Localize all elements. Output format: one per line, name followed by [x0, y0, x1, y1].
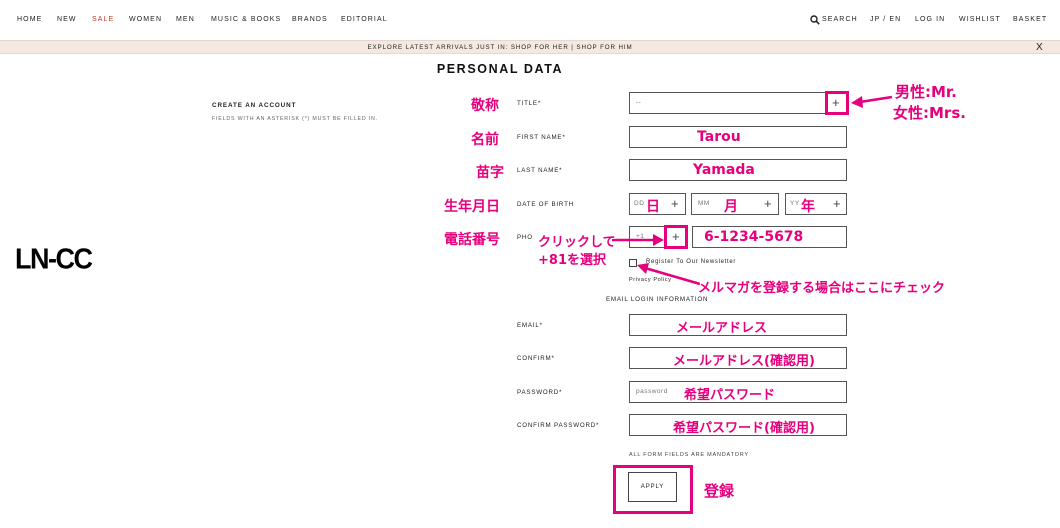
email-label: EMAIL*	[517, 322, 543, 329]
plus-icon[interactable]: +	[671, 197, 679, 210]
register-annotation: 登録	[704, 482, 735, 500]
title-label: TITLE*	[517, 100, 542, 107]
newsletter-checkbox[interactable]	[629, 259, 637, 267]
mr-annotation: 男性:Mr.	[895, 83, 957, 101]
click-annotation: クリックして	[538, 235, 616, 250]
search-icon[interactable]	[810, 15, 820, 25]
title-plus-highlight	[825, 91, 849, 115]
nav-men[interactable]: MEN	[176, 16, 195, 23]
title-jp-annotation: 敬称	[471, 98, 499, 114]
newsletter-label[interactable]: Register To Our Newsletter	[646, 259, 736, 265]
phone-label: PHO	[517, 234, 533, 241]
annotation-arrows	[612, 95, 893, 286]
password-annotation: 希望パスワード	[684, 388, 776, 403]
nav-wishlist[interactable]: WISHLIST	[959, 16, 1001, 23]
phone-code-value: +1	[636, 233, 645, 240]
dob-year-value: YY	[790, 200, 800, 207]
last-name-jp-annotation: 苗字	[476, 165, 504, 181]
confirm-email-label: CONFIRM*	[517, 355, 555, 362]
day-annotation: 日	[646, 199, 660, 215]
logo[interactable]: LN-CC	[15, 243, 93, 276]
create-account-heading: CREATE AN ACCOUNT	[212, 102, 297, 109]
promo-text[interactable]: EXPLORE LATEST ARRIVALS JUST IN: SHOP FO…	[0, 44, 1000, 51]
apply-highlight	[613, 465, 693, 514]
dob-label: DATE OF BIRTH	[517, 201, 574, 208]
privacy-policy-link[interactable]: Privacy Policy	[629, 277, 672, 283]
first-name-label: FIRST NAME*	[517, 134, 566, 141]
nav-language[interactable]: JP / EN	[870, 16, 901, 23]
confirm-password-annotation: 希望パスワード(確認用)	[673, 421, 815, 436]
newsletter-annotation: メルマガを登録する場合はここにチェック	[698, 281, 946, 296]
page-title: PERSONAL DATA	[436, 62, 564, 76]
email-annotation: メールアドレス	[676, 321, 768, 336]
required-fields-note: FIELDS WITH AN ASTERISK (*) MUST BE FILL…	[212, 116, 378, 122]
promo-close-button[interactable]: X	[1036, 42, 1043, 53]
nav-login[interactable]: LOG IN	[915, 16, 945, 23]
dob-year-select[interactable]: YY +	[785, 193, 847, 215]
phone-number-example: 6-1234-5678	[704, 229, 804, 245]
nav-new[interactable]: NEW	[57, 16, 77, 23]
dob-month-value: MM	[698, 200, 710, 207]
first-name-jp-annotation: 名前	[471, 132, 499, 148]
mrs-annotation: 女性:Mrs.	[893, 104, 966, 122]
nav-editorial[interactable]: EDITORIAL	[341, 16, 388, 23]
last-name-example: Yamada	[693, 162, 755, 178]
title-select-value: --	[636, 99, 642, 106]
phone-plus-highlight	[664, 225, 688, 249]
first-name-example: Tarou	[697, 129, 741, 145]
nav-basket[interactable]: BASKET	[1013, 16, 1047, 23]
nav-music-books[interactable]: MUSIC & BOOKS	[211, 16, 281, 23]
phone-jp-annotation: 電話番号	[444, 232, 500, 248]
nav-brands[interactable]: BRANDS	[292, 16, 328, 23]
password-placeholder: password	[636, 388, 668, 395]
dob-jp-annotation: 生年月日	[444, 199, 500, 215]
nav-sale[interactable]: SALE	[92, 16, 114, 23]
last-name-label: LAST NAME*	[517, 167, 563, 174]
plus-icon[interactable]: +	[833, 197, 841, 210]
nav-home[interactable]: HOME	[17, 16, 42, 23]
nav-women[interactable]: WOMEN	[129, 16, 162, 23]
password-label: PASSWORD*	[517, 389, 563, 396]
confirm-password-label: CONFIRM PASSWORD*	[517, 422, 600, 429]
email-section-heading: EMAIL LOGIN INFORMATION	[606, 296, 709, 303]
confirm-email-annotation: メールアドレス(確認用)	[673, 354, 815, 369]
select-81-annotation: +81を選択	[538, 253, 606, 268]
top-nav: HOME NEW SALE WOMEN MEN MUSIC & BOOKS BR…	[0, 0, 1060, 40]
title-select[interactable]: -- +	[629, 92, 847, 114]
year-annotation: 年	[801, 199, 815, 215]
month-annotation: 月	[724, 199, 738, 215]
mandatory-note: ALL FORM FIELDS ARE MANDATORY	[629, 452, 749, 458]
dob-day-value: DD	[634, 200, 645, 207]
nav-search[interactable]: SEARCH	[822, 16, 858, 23]
promo-bar: EXPLORE LATEST ARRIVALS JUST IN: SHOP FO…	[0, 40, 1060, 54]
plus-icon[interactable]: +	[764, 197, 772, 210]
